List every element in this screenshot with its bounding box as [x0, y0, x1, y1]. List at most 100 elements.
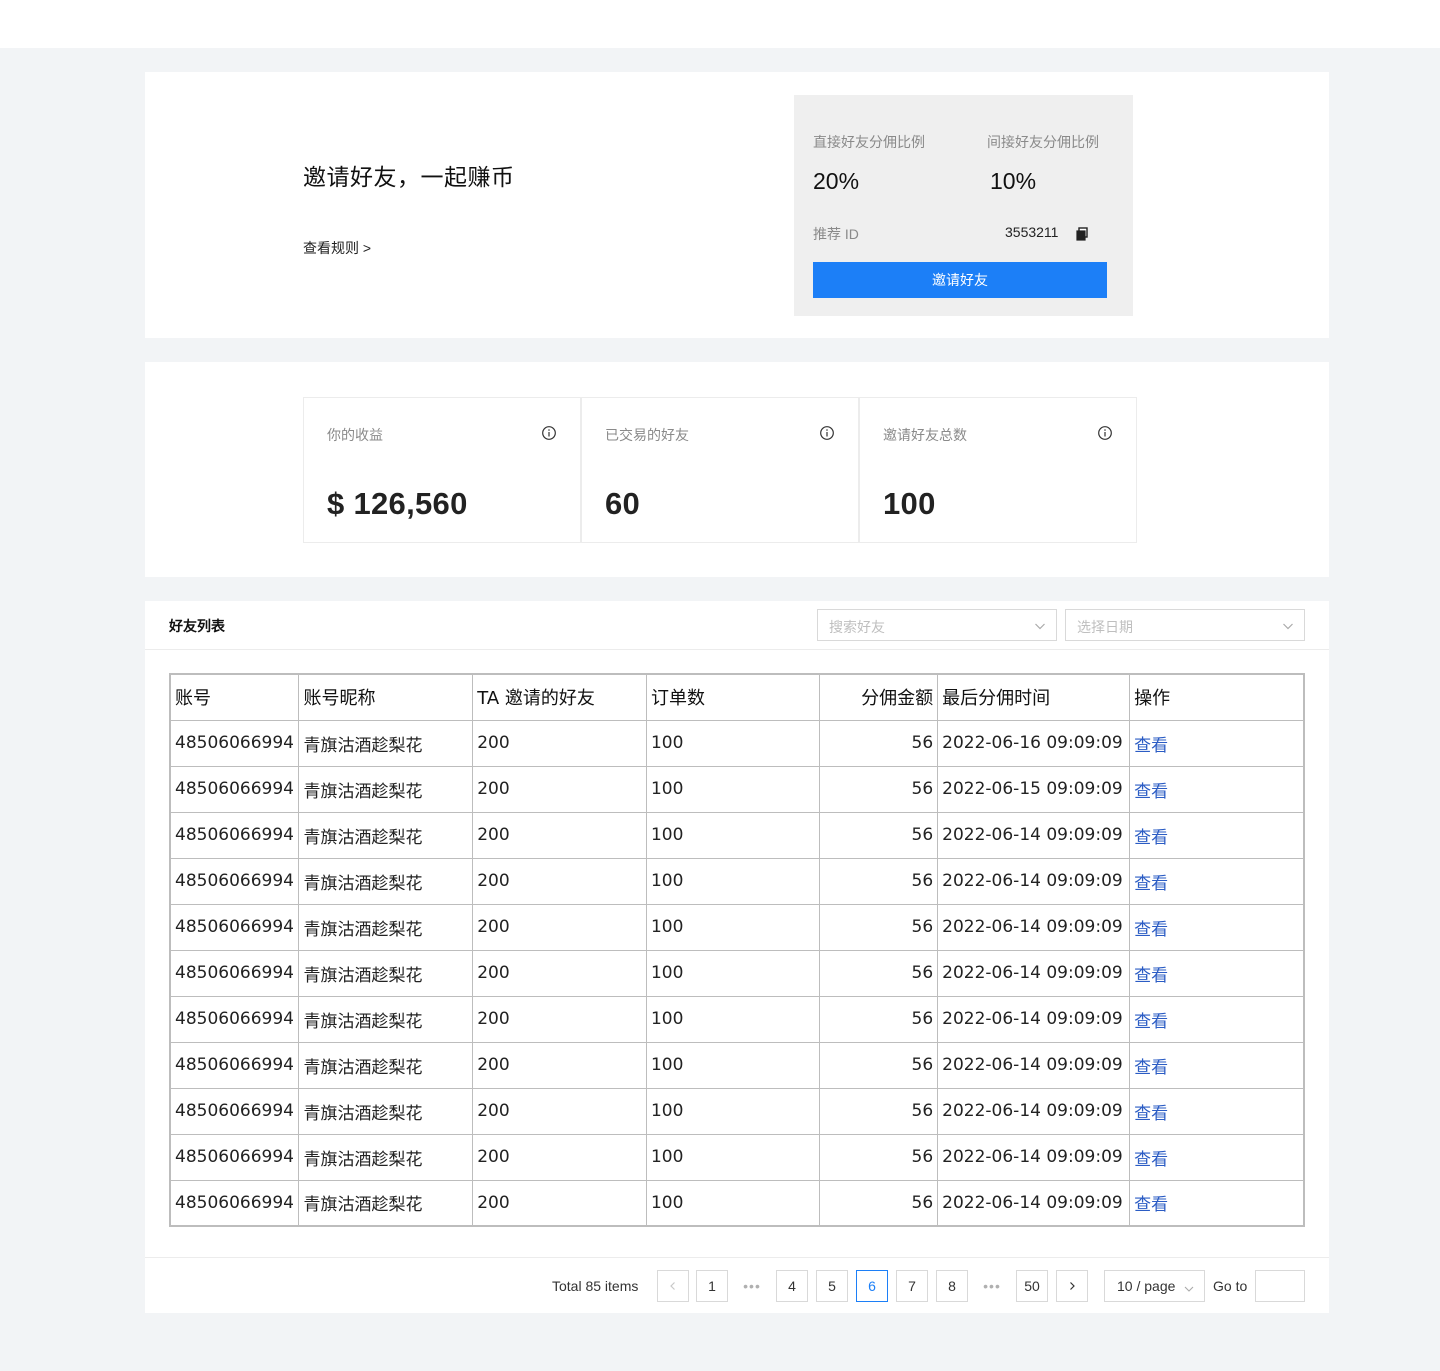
goto-label: Go to: [1213, 1278, 1248, 1294]
page-6-current[interactable]: 6: [856, 1270, 888, 1302]
cell-nickname: 青旗沽酒趁梨花: [298, 1179, 474, 1227]
cell-account: 48506066994: [169, 719, 300, 767]
page-5[interactable]: 5: [816, 1270, 848, 1302]
page-8[interactable]: 8: [936, 1270, 968, 1302]
friend-table: 账号 账号昵称 TA 邀请的好友 订单数 分佣金额 最后分佣时间 操作 4850…: [169, 673, 1305, 1227]
jump-prev-ellipsis[interactable]: •••: [736, 1270, 768, 1302]
jump-next-ellipsis[interactable]: •••: [976, 1270, 1008, 1302]
table-row: 48506066994 青旗沽酒趁梨花 200 100 56 2022-06-15 09:…: [169, 765, 1305, 813]
cell-nickname: 青旗沽酒趁梨花: [298, 995, 474, 1043]
cell-orders: 100: [645, 1179, 821, 1227]
chevron-down-icon: [1282, 619, 1294, 631]
referral-id-value: 3553211: [1005, 224, 1059, 240]
info-icon[interactable]: [1097, 425, 1113, 441]
invited-total-label: 邀请好友总数: [883, 427, 967, 443]
invited-total-card: 邀请好友总数 100: [859, 397, 1137, 543]
cell-nickname: 青旗沽酒趁梨花: [298, 903, 474, 951]
table-row: 48506066994 青旗沽酒趁梨花 200 100 56 2022-06-14 09:…: [169, 811, 1305, 859]
cell-orders: 100: [645, 857, 821, 905]
cell-orders: 100: [645, 765, 821, 813]
cell-commission: 56: [819, 1179, 939, 1227]
view-link[interactable]: 查看: [1129, 1179, 1305, 1227]
cell-last-commission-time: 2022-06-15 09:09:09: [937, 765, 1131, 813]
view-link[interactable]: 查看: [1129, 857, 1305, 905]
cell-invited-friends: 200: [472, 1041, 647, 1089]
page-50[interactable]: 50: [1016, 1270, 1048, 1302]
view-link[interactable]: 查看: [1129, 765, 1305, 813]
cell-account: 48506066994: [169, 765, 300, 813]
page-size-select[interactable]: 10 / page: [1104, 1270, 1205, 1302]
cell-commission: 56: [819, 1133, 939, 1181]
info-icon[interactable]: [541, 425, 557, 441]
prev-page-button[interactable]: [657, 1270, 689, 1302]
page-4[interactable]: 4: [776, 1270, 808, 1302]
cell-account: 48506066994: [169, 903, 300, 951]
table-body: 48506066994 青旗沽酒趁梨花 200 100 56 2022-06-16 09:…: [169, 719, 1305, 1227]
cell-commission: 56: [819, 1087, 939, 1135]
date-select[interactable]: 选择日期: [1065, 609, 1305, 641]
invite-card: 直接好友分佣比例 间接好友分佣比例 20% 10% 推荐 ID 3553211 …: [794, 95, 1133, 316]
goto-page-input[interactable]: [1255, 1270, 1305, 1302]
cell-account: 48506066994: [169, 1041, 300, 1089]
cell-orders: 100: [645, 1087, 821, 1135]
cell-orders: 100: [645, 719, 821, 767]
cell-account: 48506066994: [169, 1179, 300, 1227]
table-row: 48506066994 青旗沽酒趁梨花 200 100 56 2022-06-14 09:…: [169, 1087, 1305, 1135]
table-header-row: 账号 账号昵称 TA 邀请的好友 订单数 分佣金额 最后分佣时间 操作: [169, 673, 1305, 721]
col-commission: 分佣金额: [819, 673, 939, 721]
direct-rate-value: 20%: [813, 168, 860, 194]
cell-commission: 56: [819, 811, 939, 859]
earnings-card: 你的收益 $ 126,560: [303, 397, 581, 543]
cell-account: 48506066994: [169, 1087, 300, 1135]
earnings-value: $ 126,560: [327, 486, 468, 521]
table-row: 48506066994 青旗沽酒趁梨花 200 100 56 2022-06-14 09:…: [169, 1179, 1305, 1227]
view-link[interactable]: 查看: [1129, 1041, 1305, 1089]
page-1[interactable]: 1: [696, 1270, 728, 1302]
search-friend-placeholder: 搜索好友: [829, 619, 885, 635]
view-link[interactable]: 查看: [1129, 1087, 1305, 1135]
copy-icon[interactable]: [1075, 227, 1089, 241]
next-page-button[interactable]: [1056, 1270, 1088, 1302]
view-link[interactable]: 查看: [1129, 995, 1305, 1043]
cell-invited-friends: 200: [472, 857, 647, 905]
cell-commission: 56: [819, 903, 939, 951]
cell-account: 48506066994: [169, 995, 300, 1043]
total-items: Total 85 items: [552, 1278, 639, 1294]
cell-last-commission-time: 2022-06-14 09:09:09: [937, 949, 1131, 997]
invite-friends-button[interactable]: 邀请好友: [813, 262, 1107, 298]
view-rules-link[interactable]: 查看规则 >: [303, 238, 371, 258]
col-invited-friends: TA 邀请的好友: [472, 673, 647, 721]
view-link[interactable]: 查看: [1129, 811, 1305, 859]
view-link[interactable]: 查看: [1129, 903, 1305, 951]
cell-commission: 56: [819, 719, 939, 767]
cell-nickname: 青旗沽酒趁梨花: [298, 949, 474, 997]
table-row: 48506066994 青旗沽酒趁梨花 200 100 56 2022-06-14 09:…: [169, 995, 1305, 1043]
cell-nickname: 青旗沽酒趁梨花: [298, 857, 474, 905]
view-link[interactable]: 查看: [1129, 949, 1305, 997]
friend-list-section: 好友列表 搜索好友 选择日期 账号 账号昵称 TA 邀请的好友 订单数 分佣金额: [145, 601, 1329, 1313]
traded-friends-label: 已交易的好友: [605, 427, 689, 443]
view-link[interactable]: 查看: [1129, 1133, 1305, 1181]
friend-list-title: 好友列表: [169, 618, 225, 634]
cell-commission: 56: [819, 1041, 939, 1089]
col-action: 操作: [1129, 673, 1305, 721]
friend-list-header: 好友列表 搜索好友 选择日期: [145, 601, 1329, 650]
cell-commission: 56: [819, 765, 939, 813]
page-size-value: 10 / page: [1117, 1278, 1176, 1294]
page-7[interactable]: 7: [896, 1270, 928, 1302]
traded-friends-value: 60: [605, 486, 641, 521]
cell-orders: 100: [645, 903, 821, 951]
table-row: 48506066994 青旗沽酒趁梨花 200 100 56 2022-06-14 09:…: [169, 949, 1305, 997]
col-last-commission-time: 最后分佣时间: [937, 673, 1131, 721]
search-friend-select[interactable]: 搜索好友: [817, 609, 1057, 641]
invited-total-value: 100: [883, 486, 936, 521]
date-placeholder: 选择日期: [1077, 619, 1133, 635]
info-icon[interactable]: [819, 425, 835, 441]
view-link[interactable]: 查看: [1129, 719, 1305, 767]
cell-nickname: 青旗沽酒趁梨花: [298, 1041, 474, 1089]
cell-invited-friends: 200: [472, 1179, 647, 1227]
referral-id-label: 推荐 ID: [813, 226, 859, 242]
pagination: Total 85 items 1 ••• 4 5 6 7 8 ••• 50 10…: [145, 1257, 1329, 1313]
cell-last-commission-time: 2022-06-14 09:09:09: [937, 811, 1131, 859]
direct-rate-label: 直接好友分佣比例: [813, 134, 925, 150]
